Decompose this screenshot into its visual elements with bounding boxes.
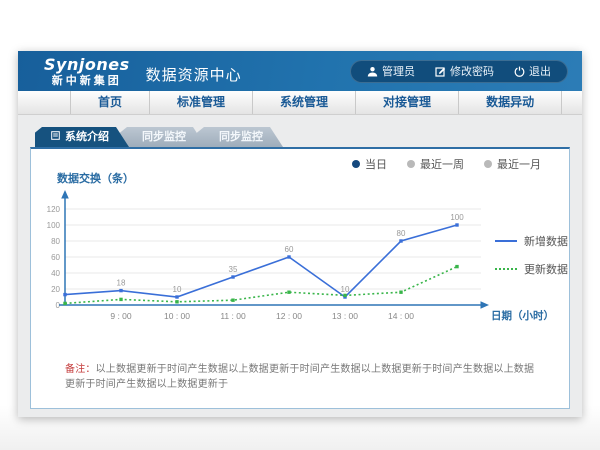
tab-label: 同步监控 <box>219 127 263 147</box>
app-header: Synjones 新中新集团 数据资源中心 管理员 修改密码 退出 <box>18 51 582 91</box>
y-axis-arrow-icon <box>61 190 69 199</box>
footnote: 备注：以上数据更新于时间产生数据以上数据更新于时间产生数据以上数据更新于时间产生… <box>65 360 539 390</box>
legend-item-new-data[interactable]: 新增数据 <box>495 233 568 249</box>
logout-label: 退出 <box>529 63 551 79</box>
change-password-button[interactable]: 修改密码 <box>425 63 504 79</box>
time-range-filters: 当日 最近一周 最近一月 <box>352 156 541 172</box>
user-icon <box>367 66 378 77</box>
filter-last-week[interactable]: 最近一周 <box>407 156 464 172</box>
data-point-update-data <box>343 294 346 297</box>
data-point-update-data <box>399 291 402 294</box>
data-point-update-data <box>175 300 178 303</box>
data-point-label: 18 <box>117 279 126 288</box>
main-nav: 首页 标准管理 系统管理 对接管理 数据异动 <box>18 91 582 115</box>
x-tick-label: 12 : 00 <box>276 311 302 321</box>
filter-today[interactable]: 当日 <box>352 156 387 172</box>
tab-label: 系统介绍 <box>65 127 109 147</box>
x-axis-title: 日期（小时） <box>491 309 554 322</box>
x-tick-label: 10 : 00 <box>164 311 190 321</box>
content-area: 系统介绍 同步监控 同步监控 当日 最近一周 <box>18 115 582 417</box>
y-axis-title: 数据交换（条） <box>57 170 134 186</box>
data-point-update-data <box>63 302 66 305</box>
header-action-bar: 管理员 修改密码 退出 <box>350 60 568 83</box>
data-point-label: 10 <box>173 285 182 294</box>
radio-dot-icon <box>484 160 492 168</box>
x-tick-label: 13 : 00 <box>332 311 358 321</box>
data-point-new-data <box>175 295 178 298</box>
data-point-new-data <box>455 223 458 226</box>
data-point-update-data <box>119 298 122 301</box>
power-icon <box>514 66 525 77</box>
company-logo: Synjones 新中新集团 <box>44 55 130 87</box>
data-point-update-data <box>287 291 290 294</box>
x-tick-label: 9 : 00 <box>110 311 132 321</box>
tab-system-intro[interactable]: 系统介绍 <box>35 127 129 147</box>
radio-dot-icon <box>407 160 415 168</box>
footnote-label: 备注： <box>65 364 96 375</box>
y-tick-label: 80 <box>51 237 60 246</box>
chart-panel: 当日 最近一周 最近一月 数据交换（条） 0204060801001209 : … <box>30 147 570 409</box>
data-point-label: 35 <box>229 265 238 274</box>
current-user-button[interactable]: 管理员 <box>357 63 425 79</box>
filter-label: 当日 <box>365 156 387 172</box>
document-icon <box>51 127 60 147</box>
tab-sync-monitor-2[interactable]: 同步监控 <box>197 127 283 147</box>
y-tick-label: 20 <box>51 285 60 294</box>
legend-label: 新增数据 <box>524 233 568 249</box>
filter-label: 最近一周 <box>420 156 464 172</box>
x-tick-label: 14 : 00 <box>388 311 414 321</box>
data-point-update-data <box>231 299 234 302</box>
data-point-new-data <box>231 275 234 278</box>
change-password-label: 修改密码 <box>450 63 494 79</box>
footnote-text: 以上数据更新于时间产生数据以上数据更新于时间产生数据以上数据更新于时间产生数据以… <box>65 364 534 390</box>
nav-item-standard-mgmt[interactable]: 标准管理 <box>150 91 253 114</box>
solid-line-swatch-icon <box>495 240 517 242</box>
dotted-line-swatch-icon <box>495 268 517 270</box>
chart-legend: 新增数据 更新数据 <box>495 233 568 289</box>
logout-button[interactable]: 退出 <box>504 63 561 79</box>
y-tick-label: 100 <box>47 221 61 230</box>
app-window: Synjones 新中新集团 数据资源中心 管理员 修改密码 退出 <box>18 51 582 417</box>
data-point-label: 100 <box>450 213 464 222</box>
y-tick-label: 60 <box>51 253 60 262</box>
logo-company-name: 新中新集团 <box>44 76 130 87</box>
x-tick-label: 11 : 00 <box>220 311 246 321</box>
y-tick-label: 40 <box>51 269 60 278</box>
logo-wordmark: Synjones <box>44 55 130 74</box>
nav-item-home[interactable]: 首页 <box>70 91 150 114</box>
data-point-new-data <box>63 293 66 296</box>
page-title: 数据资源中心 <box>146 64 242 85</box>
nav-item-system-mgmt[interactable]: 系统管理 <box>253 91 356 114</box>
radio-dot-icon <box>352 160 360 168</box>
data-point-label: 10 <box>341 285 350 294</box>
data-point-new-data <box>287 255 290 258</box>
nav-item-data-change[interactable]: 数据异动 <box>459 91 562 114</box>
data-point-new-data <box>399 239 402 242</box>
x-axis-arrow-icon <box>481 301 490 309</box>
filter-last-month[interactable]: 最近一月 <box>484 156 541 172</box>
current-user-label: 管理员 <box>382 63 415 79</box>
nav-item-interface-mgmt[interactable]: 对接管理 <box>356 91 459 114</box>
y-tick-label: 120 <box>47 205 61 214</box>
legend-item-update-data[interactable]: 更新数据 <box>495 261 568 277</box>
data-point-new-data <box>119 289 122 292</box>
edit-icon <box>435 66 446 77</box>
tab-label: 同步监控 <box>142 127 186 147</box>
data-point-label: 80 <box>397 229 406 238</box>
data-point-update-data <box>455 265 458 268</box>
tab-bar: 系统介绍 同步监控 同步监控 <box>35 127 570 147</box>
legend-label: 更新数据 <box>524 261 568 277</box>
filter-label: 最近一月 <box>497 156 541 172</box>
tab-sync-monitor-1[interactable]: 同步监控 <box>120 127 206 147</box>
data-point-label: 60 <box>285 245 294 254</box>
